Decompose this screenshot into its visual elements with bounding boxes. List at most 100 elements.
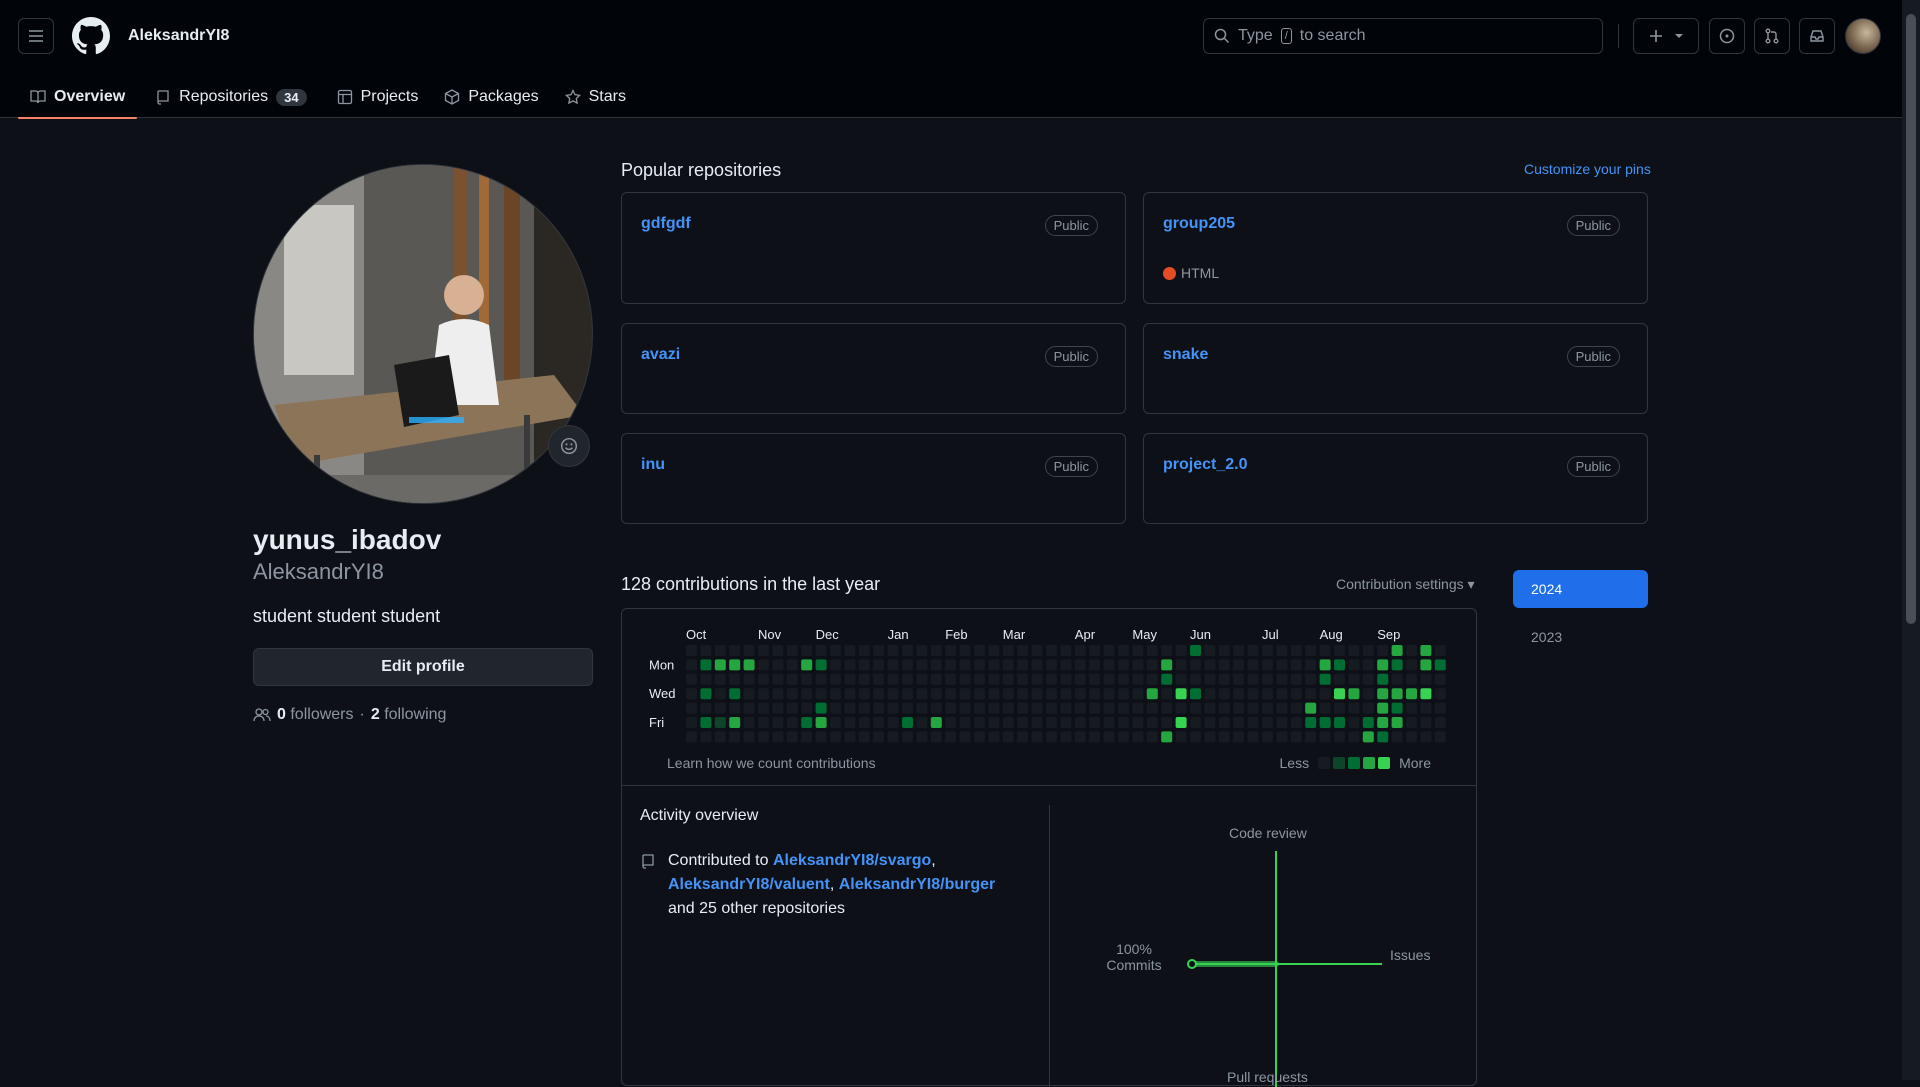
contribution-day[interactable] [1420,702,1432,714]
contribution-day[interactable] [1089,659,1101,671]
contribution-day[interactable] [858,645,870,656]
contribution-day[interactable] [1074,645,1086,656]
contribution-day[interactable] [714,702,726,714]
contribution-day[interactable] [1046,731,1057,743]
contribution-day[interactable] [1319,659,1331,671]
contribution-day[interactable] [916,659,928,671]
contribution-day[interactable] [686,717,697,728]
contribution-day[interactable] [686,659,697,671]
contribution-day[interactable] [1262,702,1273,714]
contribution-day[interactable] [830,717,841,728]
pull-requests-button[interactable] [1754,18,1790,54]
contribution-day[interactable] [815,645,827,656]
inbox-button[interactable] [1799,18,1835,54]
edit-profile-button[interactable]: Edit profile [253,648,593,686]
contribution-day[interactable] [772,688,784,700]
contribution-day[interactable] [1218,731,1230,743]
contribution-day[interactable] [988,645,1000,656]
contribution-day[interactable] [686,702,697,714]
contribution-day[interactable] [1161,717,1173,728]
contribution-day[interactable] [1262,688,1273,700]
contribution-day[interactable] [902,702,913,714]
contribution-day[interactable] [1204,717,1216,728]
contribution-day[interactable] [916,717,928,728]
contribution-day[interactable] [1334,645,1345,656]
contribution-day[interactable] [815,717,827,728]
contribution-day[interactable] [1434,717,1446,728]
contribution-day[interactable] [1161,688,1173,700]
contribution-day[interactable] [729,673,741,685]
contribution-day[interactable] [1362,673,1374,685]
contribution-day[interactable] [1031,717,1043,728]
contribution-day[interactable] [1190,717,1201,728]
contribution-day[interactable] [858,702,870,714]
contribution-day[interactable] [1118,702,1129,714]
contribution-day[interactable] [729,731,741,743]
contribution-day[interactable] [1060,717,1072,728]
contribution-day[interactable] [1406,673,1417,685]
contribution-day[interactable] [902,717,913,728]
contribution-day[interactable] [1406,688,1417,700]
contribution-day[interactable] [1175,645,1187,656]
contribution-day[interactable] [1247,688,1259,700]
contribution-day[interactable] [786,702,798,714]
contribution-day[interactable] [930,645,942,656]
contribution-day[interactable] [1031,702,1043,714]
contribution-day[interactable] [786,645,798,656]
contribution-day[interactable] [758,688,769,700]
contribution-day[interactable] [1377,659,1389,671]
contribution-day[interactable] [887,688,899,700]
contribution-day[interactable] [902,659,913,671]
contribution-day[interactable] [1204,673,1216,685]
contribution-day[interactable] [1348,731,1360,743]
activity-repo-link[interactable]: AleksandrYI8/valuent [668,876,830,893]
contribution-day[interactable] [1290,717,1302,728]
contribution-day[interactable] [743,688,755,700]
contribution-day[interactable] [1046,688,1057,700]
contribution-day[interactable] [858,717,870,728]
contribution-day[interactable] [1060,659,1072,671]
contribution-day[interactable] [988,731,1000,743]
contribution-day[interactable] [858,688,870,700]
contribution-day[interactable] [743,702,755,714]
contribution-day[interactable] [1002,731,1014,743]
contribution-day[interactable] [758,673,769,685]
contribution-day[interactable] [1233,645,1245,656]
create-new-button[interactable] [1633,18,1699,54]
contribution-day[interactable] [887,702,899,714]
contribution-day[interactable] [1103,702,1115,714]
contribution-day[interactable] [1218,645,1230,656]
contribution-day[interactable] [1074,659,1086,671]
contribution-day[interactable] [1348,659,1360,671]
contribution-day[interactable] [1161,673,1173,685]
contribution-day[interactable] [1290,645,1302,656]
contribution-day[interactable] [1362,702,1374,714]
contribution-day[interactable] [1017,659,1029,671]
contribution-day[interactable] [801,659,813,671]
contribution-day[interactable] [801,673,813,685]
contribution-day[interactable] [1175,717,1187,728]
contribution-day[interactable] [930,717,942,728]
following-link[interactable]: 2 following [371,706,447,724]
contribution-day[interactable] [1334,702,1345,714]
contribution-day[interactable] [1348,717,1360,728]
contribution-day[interactable] [974,673,985,685]
contribution-day[interactable] [1074,731,1086,743]
contribution-day[interactable] [1089,673,1101,685]
contribution-day[interactable] [1046,659,1057,671]
repo-link[interactable]: group205 [1163,215,1235,233]
contribution-day[interactable] [902,645,913,656]
contribution-day[interactable] [1391,702,1403,714]
contribution-day[interactable] [1190,702,1201,714]
contribution-day[interactable] [815,731,827,743]
tab-projects[interactable]: Projects [325,76,431,118]
contribution-day[interactable] [1017,645,1029,656]
contribution-day[interactable] [1305,702,1317,714]
contribution-day[interactable] [945,688,957,700]
contribution-day[interactable] [1290,688,1302,700]
contribution-day[interactable] [1406,731,1417,743]
contribution-day[interactable] [1262,717,1273,728]
contribution-day[interactable] [916,702,928,714]
contribution-day[interactable] [1204,731,1216,743]
contribution-day[interactable] [902,688,913,700]
